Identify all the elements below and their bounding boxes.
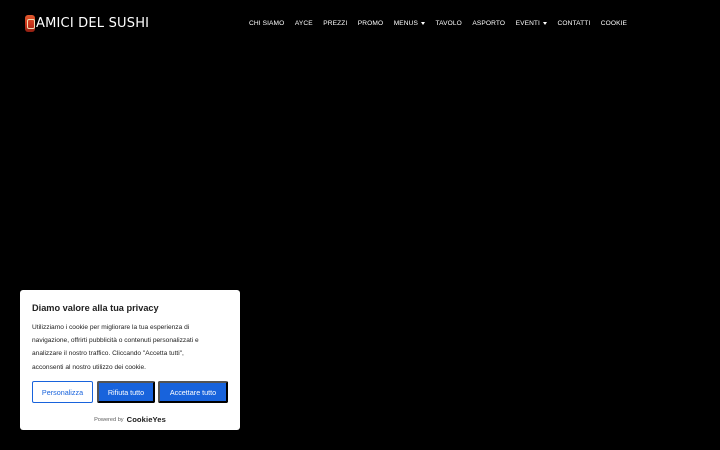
nav-item-asporto[interactable]: ASPORTO bbox=[472, 20, 505, 27]
consent-description: Utilizziamo i cookie per migliorare la t… bbox=[32, 324, 199, 371]
nav-item-menus[interactable]: MENUS bbox=[394, 20, 425, 27]
powered-by: Powered by CookieYes bbox=[20, 415, 240, 424]
cookieyes-logo[interactable]: CookieYes bbox=[127, 415, 166, 424]
reject-all-button[interactable]: Rifiuta tutto bbox=[97, 381, 155, 403]
consent-title: Diamo valore alla tua privacy bbox=[32, 303, 159, 313]
sushi-logo-icon bbox=[25, 14, 35, 32]
nav-item-eventi[interactable]: EVENTI bbox=[516, 20, 547, 27]
accept-all-button[interactable]: Accettare tutto bbox=[158, 381, 228, 403]
cookie-consent-banner: Diamo valore alla tua privacy Utilizziam… bbox=[20, 290, 240, 430]
site-logo[interactable]: AMICI DEL SUSHI bbox=[25, 14, 149, 32]
nav-item-contatti[interactable]: CONTATTI bbox=[558, 20, 591, 27]
chevron-down-icon bbox=[543, 21, 547, 25]
customize-button[interactable]: Personalizza bbox=[32, 381, 93, 403]
site-header: AMICI DEL SUSHI CHI SIAMO AYCE PREZZI PR… bbox=[0, 0, 720, 46]
logo-text: AMICI DEL SUSHI bbox=[36, 15, 150, 31]
nav-item-ayce[interactable]: AYCE bbox=[295, 20, 313, 27]
nav-item-promo[interactable]: PROMO bbox=[358, 20, 383, 27]
powered-by-label: Powered by bbox=[94, 416, 124, 423]
main-nav: CHI SIAMO AYCE PREZZI PROMO MENUS TAVOLO… bbox=[249, 18, 627, 28]
nav-item-chi-siamo[interactable]: CHI SIAMO bbox=[249, 20, 284, 27]
nav-item-cookie[interactable]: COOKIE bbox=[601, 20, 627, 27]
nav-item-tavolo[interactable]: TAVOLO bbox=[436, 20, 462, 27]
chevron-down-icon bbox=[421, 21, 425, 25]
nav-item-prezzi[interactable]: PREZZI bbox=[323, 20, 347, 27]
